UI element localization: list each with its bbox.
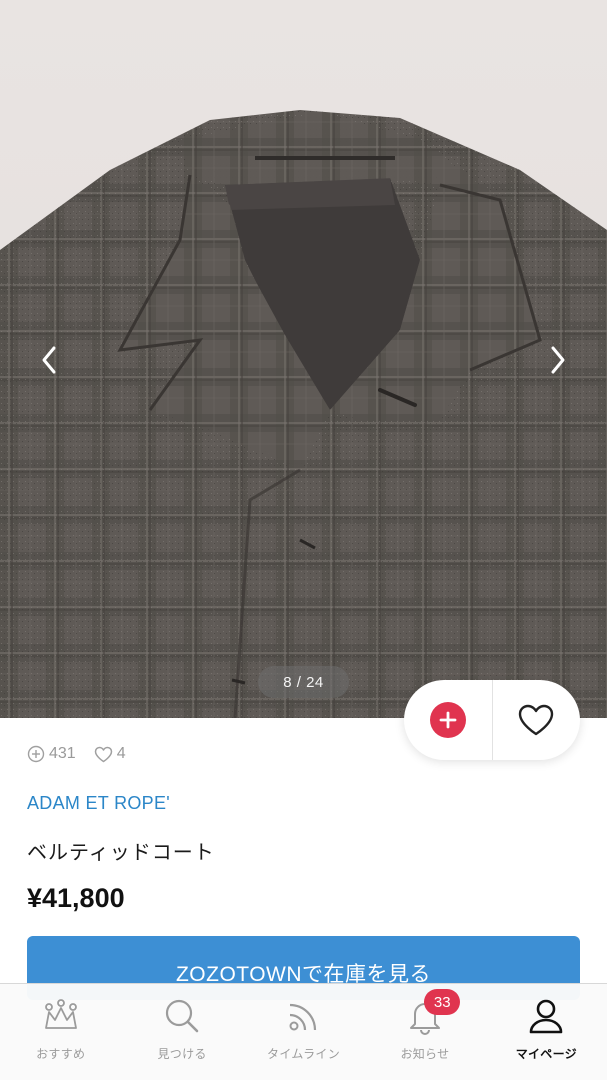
tab-label: マイページ bbox=[515, 1047, 577, 1061]
previous-image-button[interactable] bbox=[34, 338, 64, 382]
like-button[interactable] bbox=[493, 680, 581, 760]
item-stats: 431 4 bbox=[27, 745, 126, 763]
product-photo bbox=[0, 110, 607, 718]
tab-recommend[interactable]: おすすめ bbox=[0, 984, 121, 1080]
add-count: 431 bbox=[49, 745, 76, 762]
tab-discover[interactable]: 見つける bbox=[121, 984, 242, 1080]
tab-label: お知らせ bbox=[400, 1047, 450, 1061]
tab-label: おすすめ bbox=[36, 1047, 86, 1061]
tab-label: タイムライン bbox=[267, 1047, 340, 1061]
heart-outline-icon bbox=[94, 746, 112, 762]
search-icon bbox=[166, 999, 199, 1033]
product-name: ベルティッドコート bbox=[27, 842, 215, 864]
like-count: 4 bbox=[116, 745, 126, 762]
chevron-left-icon bbox=[42, 346, 56, 374]
product-image-carousel[interactable]: 8 / 24 bbox=[0, 0, 607, 718]
feed-icon bbox=[289, 1003, 316, 1031]
bottom-tab-bar: おすすめ 見つける タイムライン 33 お知らせ マイページ bbox=[0, 983, 607, 1080]
plus-circle-icon bbox=[27, 745, 45, 763]
notification-badge: 33 bbox=[424, 989, 461, 1015]
add-to-list-button[interactable] bbox=[404, 680, 492, 760]
chevron-right-icon bbox=[551, 346, 565, 374]
add-count-stat: 431 bbox=[27, 745, 76, 763]
heart-icon bbox=[519, 704, 554, 736]
plus-icon bbox=[429, 702, 466, 738]
action-pill bbox=[404, 680, 580, 760]
next-image-button[interactable] bbox=[543, 338, 573, 382]
image-counter: 8 / 24 bbox=[258, 666, 349, 698]
tab-timeline[interactable]: タイムライン bbox=[243, 984, 364, 1080]
brand-link[interactable]: ADAM ET ROPE' bbox=[27, 793, 170, 814]
tab-notifications[interactable]: 33 お知らせ bbox=[364, 984, 485, 1080]
product-price: ¥41,800 bbox=[27, 883, 125, 913]
crown-icon bbox=[44, 999, 77, 1029]
like-count-stat: 4 bbox=[94, 745, 126, 763]
tab-label: 見つける bbox=[157, 1047, 207, 1061]
tab-mypage[interactable]: マイページ bbox=[486, 984, 607, 1080]
user-icon bbox=[530, 999, 563, 1034]
